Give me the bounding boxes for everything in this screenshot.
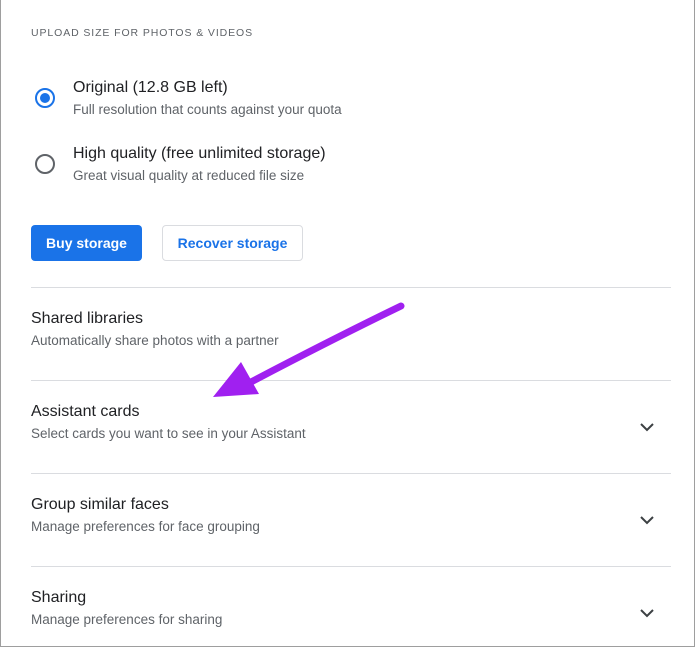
chevron-down-icon[interactable]	[637, 510, 657, 530]
buy-storage-button[interactable]: Buy storage	[31, 225, 142, 261]
radio-high-quality[interactable]	[35, 154, 55, 174]
radio-option-high-quality[interactable]: High quality (free unlimited storage) Gr…	[35, 144, 326, 186]
setting-assistant-cards-title: Assistant cards	[31, 403, 140, 420]
setting-group-similar-faces-title: Group similar faces	[31, 496, 169, 513]
setting-sharing[interactable]: Sharing Manage preferences for sharing	[31, 588, 671, 647]
chevron-down-icon[interactable]	[637, 417, 657, 437]
setting-shared-libraries-subtitle: Automatically share photos with a partne…	[31, 333, 279, 348]
radio-original[interactable]	[35, 88, 55, 108]
radio-original-subtitle: Full resolution that counts against your…	[73, 102, 342, 117]
setting-shared-libraries-title: Shared libraries	[31, 310, 144, 327]
radio-option-original[interactable]: Original (12.8 GB left) Full resolution …	[35, 78, 342, 120]
upload-size-section-label: UPLOAD SIZE FOR PHOTOS & VIDEOS	[31, 27, 253, 39]
setting-sharing-subtitle: Manage preferences for sharing	[31, 612, 223, 627]
settings-panel: UPLOAD SIZE FOR PHOTOS & VIDEOS Original…	[0, 0, 695, 647]
divider	[31, 380, 671, 381]
setting-assistant-cards-subtitle: Select cards you want to see in your Ass…	[31, 426, 306, 441]
setting-group-similar-faces[interactable]: Group similar faces Manage preferences f…	[31, 495, 671, 555]
divider	[31, 287, 671, 288]
radio-high-quality-title: High quality (free unlimited storage)	[73, 145, 326, 162]
recover-storage-button[interactable]: Recover storage	[162, 225, 303, 261]
setting-shared-libraries[interactable]: Shared libraries Automatically share pho…	[31, 309, 671, 369]
setting-group-similar-faces-subtitle: Manage preferences for face grouping	[31, 519, 260, 534]
divider	[31, 566, 671, 567]
setting-sharing-title: Sharing	[31, 589, 87, 606]
setting-assistant-cards[interactable]: Assistant cards Select cards you want to…	[31, 402, 671, 462]
divider	[31, 473, 671, 474]
chevron-down-icon[interactable]	[637, 603, 657, 623]
radio-original-title: Original (12.8 GB left)	[73, 79, 228, 96]
radio-high-quality-subtitle: Great visual quality at reduced file siz…	[73, 168, 305, 183]
